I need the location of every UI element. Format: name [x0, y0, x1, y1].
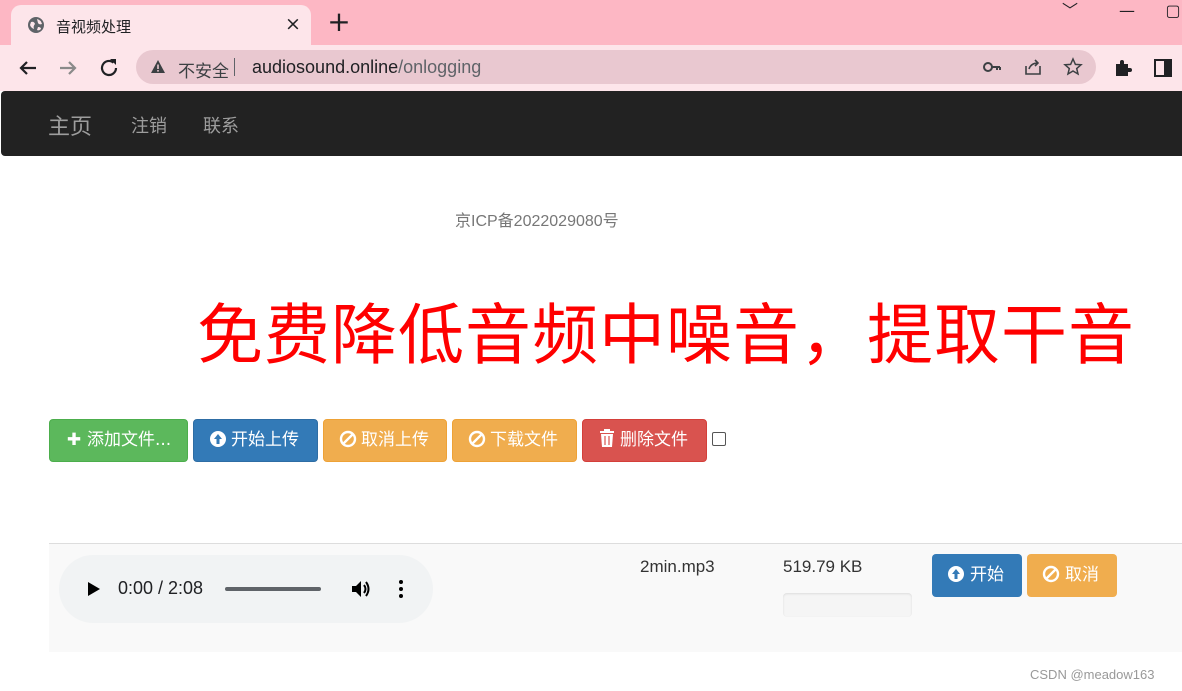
select-all-checkbox[interactable] [712, 432, 726, 446]
watermark: CSDN @meadow163 [1030, 667, 1155, 682]
maximize-button[interactable]: ▢ [1150, 0, 1182, 24]
tab-title: 音视频处理 [56, 18, 132, 36]
cancel-upload-button[interactable]: 取消上传 [323, 419, 447, 462]
address-bar[interactable]: 不安全 audiosound.online/onlogging [136, 50, 1096, 84]
url-host: audiosound.online [252, 57, 399, 77]
delete-files-button[interactable]: 删除文件 [582, 419, 707, 462]
audio-time: 0:00 / 2:08 [118, 578, 204, 598]
audio-player[interactable]: 0:00 / 2:08 [59, 555, 433, 623]
star-icon[interactable] [1063, 57, 1083, 77]
url-path: /onlogging [398, 57, 482, 77]
add-files-button[interactable]: ✚ 添加文件... [49, 419, 188, 462]
cancel-upload-label: 取消上传 [361, 430, 429, 450]
start-upload-button[interactable]: 开始上传 [193, 419, 318, 462]
page-headline: 免费降低音频中噪音，提取干音 [197, 297, 1135, 374]
insecure-label: 不安全 [178, 62, 229, 82]
forward-arrow-icon[interactable] [54, 54, 82, 82]
cancel-file-label: 取消 [1065, 565, 1099, 585]
tab-search-icon[interactable]: ﹀ [1047, 0, 1093, 24]
globe-icon [27, 16, 45, 34]
nav-contact-link[interactable]: 联系 [203, 112, 239, 138]
cancel-file-button[interactable]: 取消 [1027, 554, 1117, 597]
ban-icon [338, 420, 358, 461]
ban-icon [467, 420, 487, 461]
more-options-icon[interactable] [391, 577, 411, 601]
file-size: 519.79 KB [783, 557, 863, 576]
extensions-icon[interactable] [1112, 57, 1134, 79]
minimize-button[interactable]: — [1104, 0, 1150, 24]
plus-icon: ✚ [66, 430, 82, 450]
upload-circle-icon [947, 555, 967, 596]
icp-license[interactable]: 京ICP备2022029080号 [455, 207, 619, 231]
download-button[interactable]: 下载文件 [452, 419, 577, 462]
start-file-label: 开始 [970, 565, 1004, 585]
browser-toolbar: 不安全 audiosound.online/onlogging [0, 45, 1182, 91]
tab-strip: 音视频处理 × + ﹀ — ▢ [0, 0, 1182, 45]
divider [234, 58, 235, 76]
start-file-button[interactable]: 开始 [932, 554, 1022, 597]
volume-icon[interactable] [349, 577, 373, 601]
new-tab-button[interactable]: + [325, 8, 353, 37]
nav-logout-link[interactable]: 注销 [131, 112, 167, 138]
delete-files-label: 删除文件 [620, 430, 688, 450]
trash-icon [597, 420, 617, 461]
add-files-label: 添加文件... [87, 430, 172, 450]
file-name: 2min.mp3 [640, 557, 715, 576]
site-navbar: 主页 注销 联系 [1, 91, 1182, 156]
tab-close-icon[interactable]: × [283, 14, 303, 34]
sidepanel-icon[interactable] [1152, 57, 1174, 79]
upload-circle-icon [208, 420, 228, 461]
back-arrow-icon[interactable] [14, 54, 42, 82]
download-label: 下载文件 [490, 430, 558, 450]
play-icon[interactable] [83, 579, 103, 599]
start-upload-label: 开始上传 [231, 430, 299, 450]
file-row: 0:00 / 2:08 2min.mp3 519.79 KB 开始 取消 [49, 543, 1182, 652]
audio-seek-bar[interactable] [225, 587, 321, 591]
nav-home-link[interactable]: 主页 [48, 109, 92, 141]
browser-tab[interactable]: 音视频处理 × [11, 5, 311, 45]
ban-icon [1042, 555, 1062, 596]
upload-progress-bar [783, 593, 912, 617]
url-text[interactable]: audiosound.online/onlogging [252, 57, 481, 78]
reload-icon[interactable] [95, 54, 123, 82]
share-icon[interactable] [1023, 57, 1043, 77]
warning-icon[interactable] [150, 59, 166, 75]
key-icon[interactable] [982, 57, 1002, 77]
